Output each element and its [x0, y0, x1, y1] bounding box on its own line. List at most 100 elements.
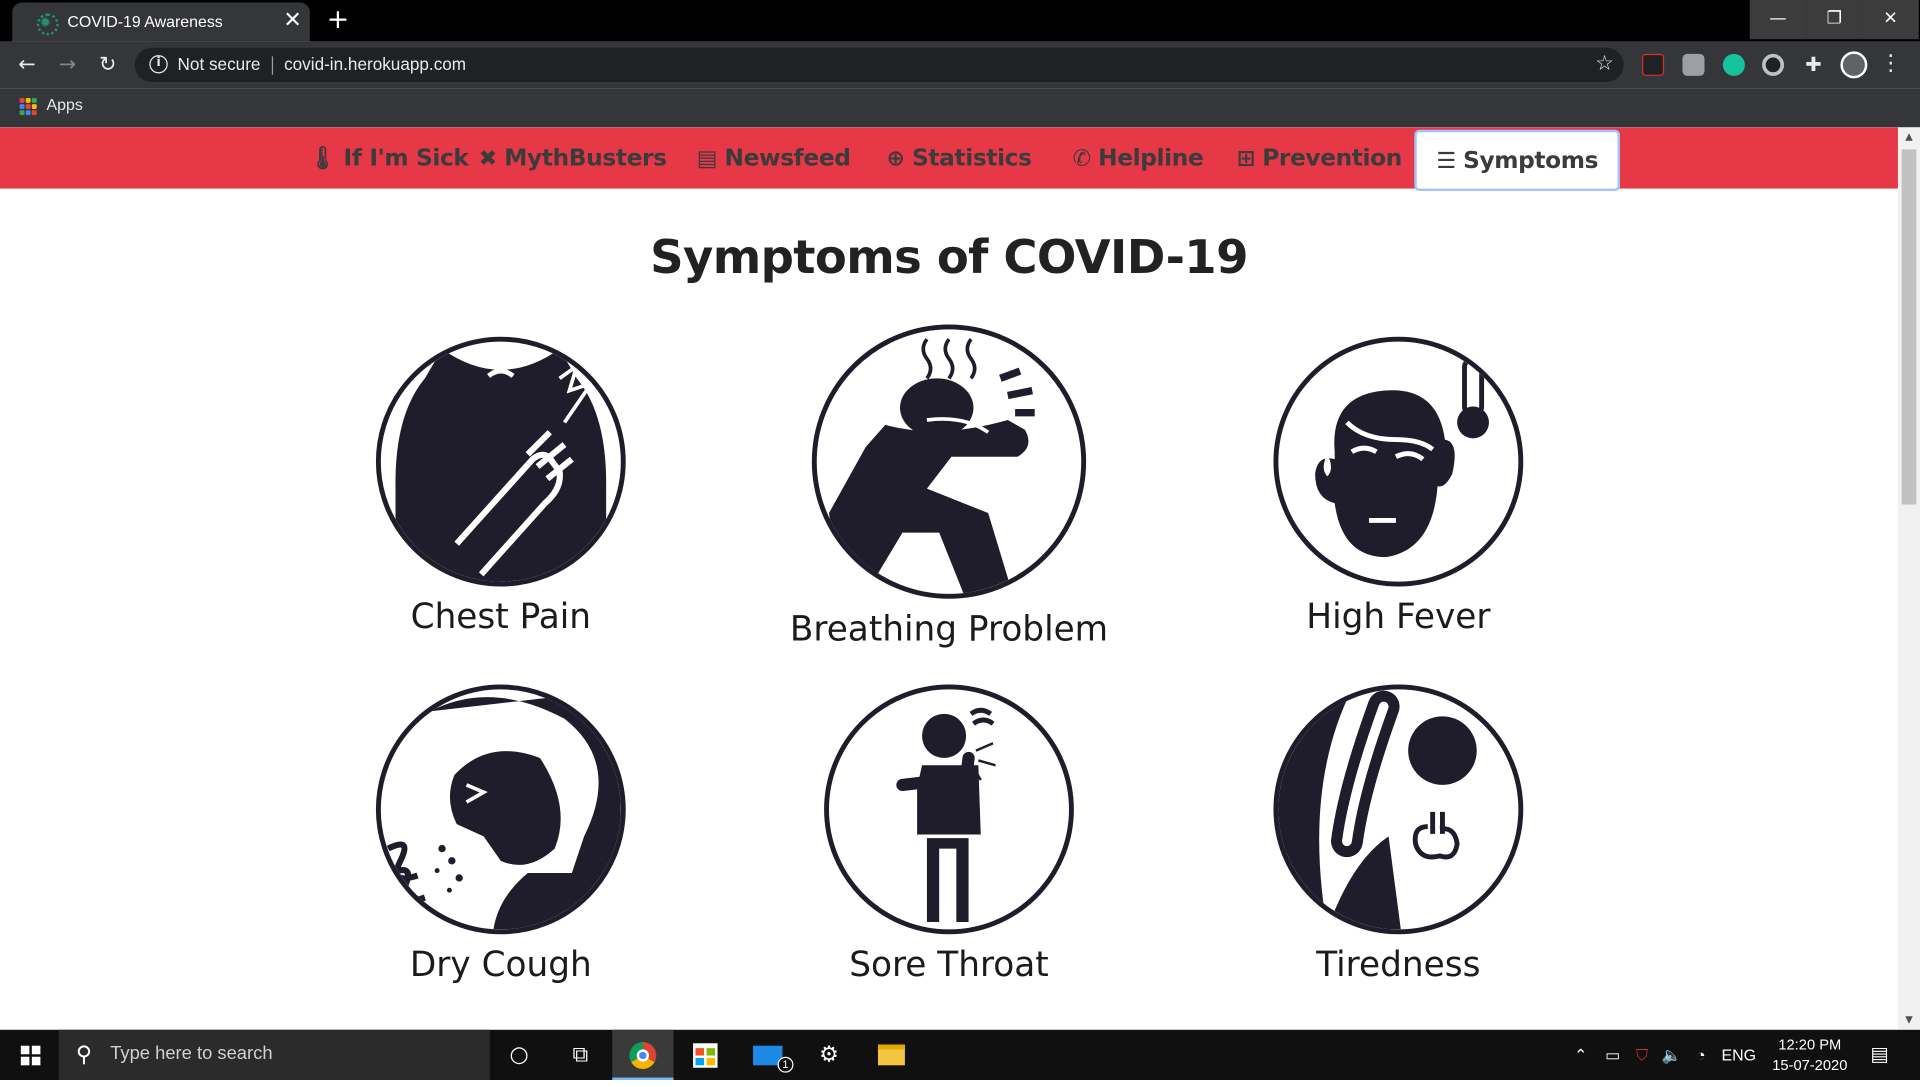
search-icon: ⚲	[75, 1042, 93, 1068]
omnibox-separator	[271, 56, 274, 75]
windows-logo-icon	[20, 1045, 41, 1066]
profile-avatar[interactable]	[1840, 51, 1868, 79]
apps-grid-icon[interactable]	[19, 97, 37, 116]
address-bar[interactable]: i Not secure covid-in.herokuapp.com ☆	[134, 47, 1624, 83]
browser-menu-icon[interactable]: ⋮	[1880, 50, 1902, 76]
minimize-button[interactable]: —	[1749, 0, 1807, 40]
nav-label: Symptoms	[1463, 146, 1599, 174]
symptom-card-chest-pain: Chest Pain	[317, 336, 684, 637]
chest-pain-icon	[375, 336, 626, 587]
file-explorer-taskbar-icon[interactable]	[861, 1030, 922, 1080]
close-window-button[interactable]: ✕	[1862, 0, 1919, 40]
tab-close-icon[interactable]: ✕	[280, 8, 304, 33]
battery-icon[interactable]: ▭	[1599, 1030, 1626, 1080]
symptom-card-tiredness: Tiredness	[1215, 684, 1582, 984]
forward-arrow-icon[interactable]: →	[53, 50, 82, 79]
chrome-logo-icon	[629, 1042, 657, 1069]
symptom-card-high-fever: High Fever	[1215, 336, 1582, 637]
volume-icon[interactable]: 🔈	[1658, 1030, 1685, 1080]
nav-symptoms[interactable]: ☰ Symptoms	[1414, 129, 1621, 192]
scrollbar-thumb[interactable]	[1901, 149, 1917, 505]
symptom-card-dry-cough: Dry Cough	[317, 684, 684, 984]
nav-prevention[interactable]: ⊞ Prevention	[1236, 127, 1403, 188]
task-view-icon[interactable]: ⧉	[550, 1030, 611, 1080]
url-text[interactable]: covid-in.herokuapp.com	[284, 54, 466, 74]
nav-label: Newsfeed	[724, 144, 851, 172]
vertical-scrollbar[interactable]: ▲ ▼	[1897, 127, 1920, 1030]
symptom-card-breathing-problem: Breathing Problem	[765, 324, 1132, 649]
symptom-label: Tiredness	[1316, 944, 1481, 985]
wifi-icon[interactable]: ◔	[1687, 1030, 1714, 1080]
start-button[interactable]	[0, 1030, 59, 1080]
nav-helpline[interactable]: ✆ Helpline	[1073, 127, 1204, 188]
apps-bookmark[interactable]: Apps	[47, 96, 83, 114]
tab-strip: COVID-19 Awareness ✕ + — ❐ ✕	[0, 0, 1920, 42]
breathing-problem-icon	[811, 324, 1087, 599]
symptom-card-sore-throat: Sore Throat	[765, 684, 1132, 984]
taskbar-clock[interactable]: 12:20 PM 15-07-2020	[1763, 1035, 1856, 1077]
new-tab-button[interactable]: +	[321, 5, 355, 37]
tiredness-icon	[1273, 684, 1524, 935]
mcafee-icon[interactable]: ⛉	[1629, 1030, 1656, 1080]
browser-tab[interactable]: COVID-19 Awareness ✕	[12, 2, 310, 42]
circle-extension-icon[interactable]	[1762, 53, 1785, 76]
show-hidden-icons-chevron-icon[interactable]: ⌃	[1567, 1030, 1594, 1080]
thermometer-icon: 🌡	[308, 145, 337, 171]
clock-time: 12:20 PM	[1778, 1035, 1842, 1054]
cortana-icon[interactable]: ○	[489, 1030, 550, 1080]
bookmark-star-icon[interactable]: ☆	[1595, 51, 1614, 75]
notification-center-icon[interactable]: ▤	[1861, 1030, 1898, 1080]
dry-cough-icon	[375, 684, 626, 935]
browser-toolbar: ← → ↻ i Not secure covid-in.herokuapp.co…	[0, 41, 1920, 89]
reload-icon[interactable]: ↻	[93, 50, 122, 79]
newspaper-icon: ▤	[696, 145, 718, 171]
scroll-up-arrow-icon[interactable]: ▲	[1898, 127, 1920, 147]
store-taskbar-icon[interactable]	[675, 1030, 736, 1080]
nav-label: MythBusters	[504, 144, 667, 172]
virus-favicon-icon	[36, 13, 59, 36]
windows-taskbar: ⚲ Type here to search ○ ⧉ 1 ⚙ ⌃ ▭ ⛉ 🔈 ◔ …	[0, 1029, 1920, 1081]
nav-label: Helpline	[1098, 144, 1204, 172]
tab-title: COVID-19 Awareness	[67, 12, 223, 31]
search-placeholder: Type here to search	[110, 1043, 273, 1065]
nav-mythbusters[interactable]: ✖ MythBusters	[479, 127, 667, 188]
symptom-label: High Fever	[1306, 596, 1491, 637]
x-icon: ✖	[478, 145, 497, 171]
phone-icon: ✆	[1072, 145, 1091, 171]
nav-newsfeed[interactable]: ▤ Newsfeed	[697, 127, 851, 188]
nav-label: If I'm Sick	[343, 144, 469, 172]
nav-label: Statistics	[911, 144, 1032, 172]
bookmarks-bar: Apps	[0, 88, 1920, 128]
back-arrow-icon[interactable]: ←	[12, 50, 41, 79]
extensions-puzzle-icon[interactable]: ✚	[1802, 53, 1824, 76]
clock-date: 15-07-2020	[1772, 1056, 1848, 1074]
nav-statistics[interactable]: ⊕ Statistics	[887, 127, 1032, 188]
store-logo-icon	[693, 1043, 718, 1068]
nav-if-im-sick[interactable]: 🌡 If I'm Sick	[309, 127, 469, 188]
scroll-down-arrow-icon[interactable]: ▼	[1898, 1010, 1920, 1030]
mail-taskbar-icon[interactable]: 1	[737, 1030, 798, 1080]
language-indicator[interactable]: ENG	[1717, 1030, 1761, 1080]
pdf-extension-icon[interactable]	[1642, 53, 1665, 76]
restore-button[interactable]: ❐	[1806, 0, 1863, 40]
chrome-taskbar-icon[interactable]	[612, 1029, 674, 1081]
high-fever-icon	[1273, 336, 1524, 587]
medkit-icon: ⊞	[1236, 145, 1255, 171]
list-icon: ☰	[1436, 147, 1456, 174]
symptom-label: Breathing Problem	[789, 608, 1109, 649]
nav-label: Prevention	[1262, 144, 1402, 172]
mail-badge: 1	[777, 1056, 794, 1073]
sore-throat-icon	[824, 684, 1074, 935]
info-icon[interactable]: i	[149, 55, 168, 74]
globe-icon: ⊕	[886, 145, 905, 171]
camera-extension-icon[interactable]	[1682, 53, 1705, 76]
symptom-label: Dry Cough	[409, 944, 592, 985]
security-label[interactable]: Not secure	[178, 54, 261, 74]
settings-gear-icon[interactable]: ⚙	[798, 1030, 859, 1080]
symptom-label: Sore Throat	[849, 944, 1049, 985]
grammarly-extension-icon[interactable]	[1722, 53, 1745, 76]
page-title: Symptoms of COVID-19	[650, 230, 1248, 285]
taskbar-search[interactable]: ⚲ Type here to search	[58, 1029, 490, 1081]
symptom-label: Chest Pain	[410, 596, 592, 637]
site-navbar: 🌡 If I'm Sick ✖ MythBusters ▤ Newsfeed ⊕ Sta…	[0, 127, 1898, 192]
